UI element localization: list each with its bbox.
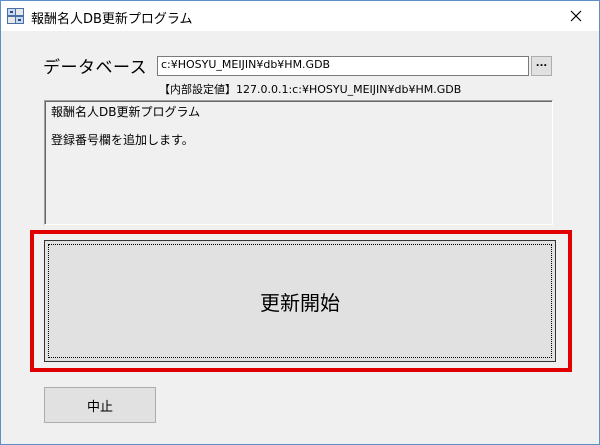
log-line: 報酬名人DB更新プログラム	[51, 105, 201, 119]
internal-setting-text: 【内部設定値】127.0.0.1:c:¥HOSYU_MEIJIN¥db¥HM.G…	[159, 83, 462, 96]
close-icon	[570, 7, 582, 26]
cancel-button[interactable]: 中止	[44, 387, 156, 423]
log-line: 登録番号欄を追加します。	[51, 133, 194, 147]
browse-button[interactable]: ...	[531, 56, 552, 76]
start-update-label: 更新開始	[260, 290, 340, 315]
main-window: 報酬名人DB更新プログラム データベース c:¥HOSYU_MEIJIN¥db¥…	[0, 0, 600, 445]
title-bar[interactable]: 報酬名人DB更新プログラム	[1, 1, 599, 31]
cancel-label: 中止	[86, 399, 113, 415]
app-icon	[7, 8, 24, 24]
database-label: データベース	[43, 58, 148, 78]
database-path-field[interactable]: c:¥HOSYU_MEIJIN¥db¥HM.GDB	[157, 56, 529, 76]
start-update-button[interactable]: 更新開始	[44, 240, 556, 362]
window-title: 報酬名人DB更新プログラム	[31, 12, 193, 27]
close-button[interactable]	[553, 1, 599, 31]
log-output: 報酬名人DB更新プログラム 登録番号欄を追加します。	[44, 100, 553, 225]
